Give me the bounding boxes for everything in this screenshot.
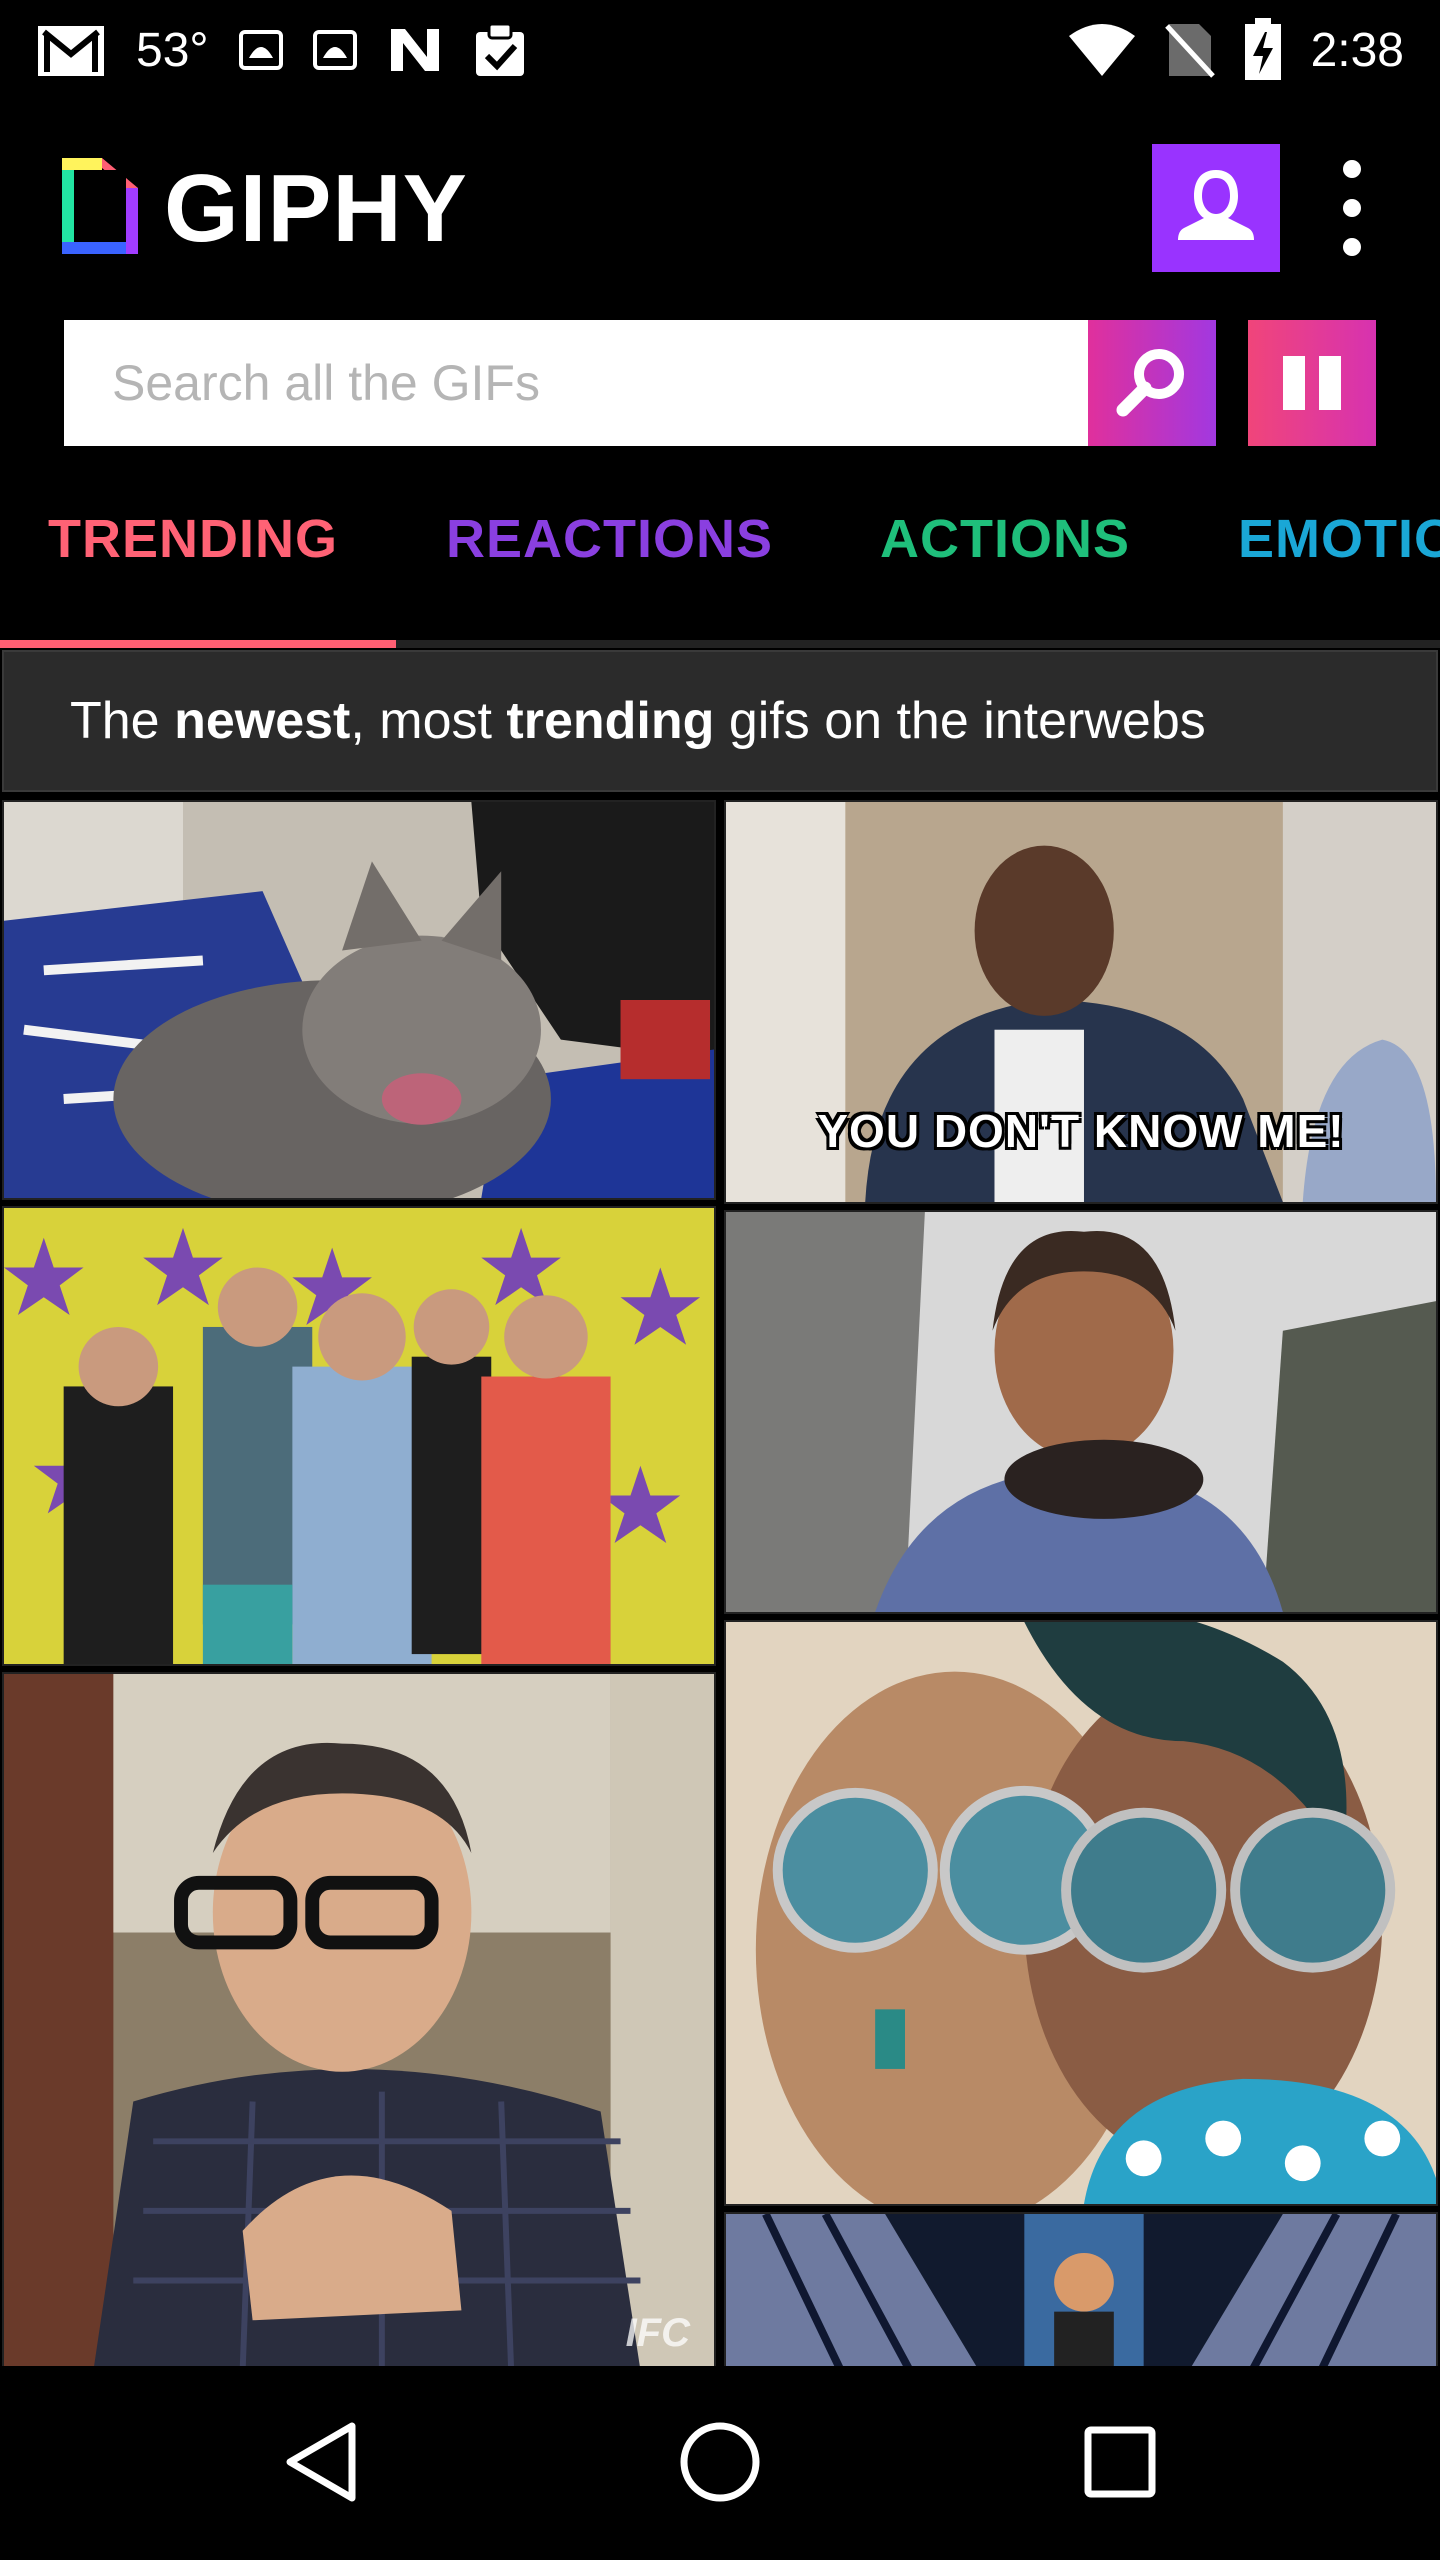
- banner-text-part: The: [70, 692, 175, 750]
- gif-image: [726, 1622, 1436, 2204]
- gif-tile-woman-looking[interactable]: [724, 1210, 1438, 1614]
- clock: 2:38: [1310, 23, 1404, 77]
- giphy-logo[interactable]: GIPHY: [62, 158, 468, 259]
- profile-button[interactable]: [1152, 144, 1280, 272]
- temperature: 53°: [136, 23, 209, 77]
- battery-charging-icon: [1243, 18, 1283, 82]
- status-bar: 53° 2:38: [0, 0, 1440, 100]
- gif-grid: IFC YOU DON'T KNOW ME!: [0, 796, 1440, 2366]
- gif-tile-you-dont-know-me[interactable]: YOU DON'T KNOW ME!: [724, 800, 1438, 1204]
- gif-image: [726, 1212, 1436, 1612]
- gif-image: [4, 1208, 714, 1664]
- back-icon: [282, 2420, 362, 2509]
- pause-icon: [1283, 356, 1305, 410]
- tab-selected-indicator: [0, 640, 396, 648]
- gif-tile-cat[interactable]: [2, 800, 716, 1200]
- clipboard-check-icon: [473, 22, 527, 78]
- banner-bold-newest: newest: [174, 692, 351, 750]
- n-app-icon: [387, 25, 443, 75]
- huawei-icon: [238, 28, 283, 72]
- tab-reactions[interactable]: REACTIONS: [446, 508, 773, 570]
- search-bar: [64, 320, 1376, 446]
- giphy-logo-text: GIPHY: [164, 154, 468, 262]
- trending-banner: The newest, most trending gifs on the in…: [2, 650, 1438, 792]
- gif-tile-group[interactable]: [2, 1206, 716, 1666]
- status-bar-left: 53°: [36, 18, 527, 82]
- giphy-logo-icon: [62, 158, 138, 259]
- gif-tile-sunglasses[interactable]: [724, 1620, 1438, 2206]
- gif-image: [4, 802, 714, 1198]
- magnifier-icon: [1115, 344, 1189, 423]
- home-button[interactable]: [670, 2414, 770, 2514]
- system-nav-bar: [0, 2366, 1440, 2560]
- overflow-dot: [1343, 238, 1361, 256]
- gmail-icon: [36, 22, 106, 78]
- pause-button[interactable]: [1248, 320, 1376, 446]
- banner-bold-trending: trending: [506, 692, 715, 750]
- tab-emotions[interactable]: EMOTIONS: [1238, 508, 1440, 570]
- overflow-menu-icon: [1343, 160, 1361, 178]
- banner-text: The newest, most trending gifs on the in…: [70, 691, 1206, 751]
- overflow-dot: [1343, 199, 1361, 217]
- wifi-icon: [1067, 22, 1137, 78]
- ifc-watermark: IFC: [625, 2311, 690, 2355]
- user-silhouette-icon: [1174, 164, 1258, 253]
- gif-tile-man-glasses[interactable]: IFC: [2, 1672, 716, 2366]
- huawei-icon: [312, 28, 357, 72]
- no-sim-icon: [1164, 22, 1215, 78]
- gif-image: [4, 1674, 714, 2366]
- gif-caption: YOU DON'T KNOW ME!: [817, 1105, 1345, 1157]
- tab-actions[interactable]: ACTIONS: [880, 508, 1130, 570]
- overflow-menu-button[interactable]: [1322, 160, 1382, 256]
- recents-button[interactable]: [1070, 2414, 1170, 2514]
- search-button[interactable]: [1088, 320, 1216, 446]
- banner-text-part: gifs on the interwebs: [714, 692, 1206, 750]
- banner-text-part: , most: [350, 692, 507, 750]
- home-icon: [678, 2420, 762, 2509]
- category-tabs: TRENDING REACTIONS ACTIONS EMOTIONS: [0, 470, 1440, 648]
- app-header: GIPHY: [0, 100, 1440, 310]
- recents-icon: [1084, 2426, 1156, 2503]
- gif-image: [726, 2214, 1436, 2366]
- gif-tile-stage[interactable]: [724, 2212, 1438, 2366]
- search-input[interactable]: [64, 320, 1088, 446]
- pause-icon-bar: [1319, 356, 1341, 410]
- tab-trending[interactable]: TRENDING: [48, 508, 338, 570]
- back-button[interactable]: [272, 2414, 372, 2514]
- status-bar-right: 2:38: [1067, 18, 1404, 82]
